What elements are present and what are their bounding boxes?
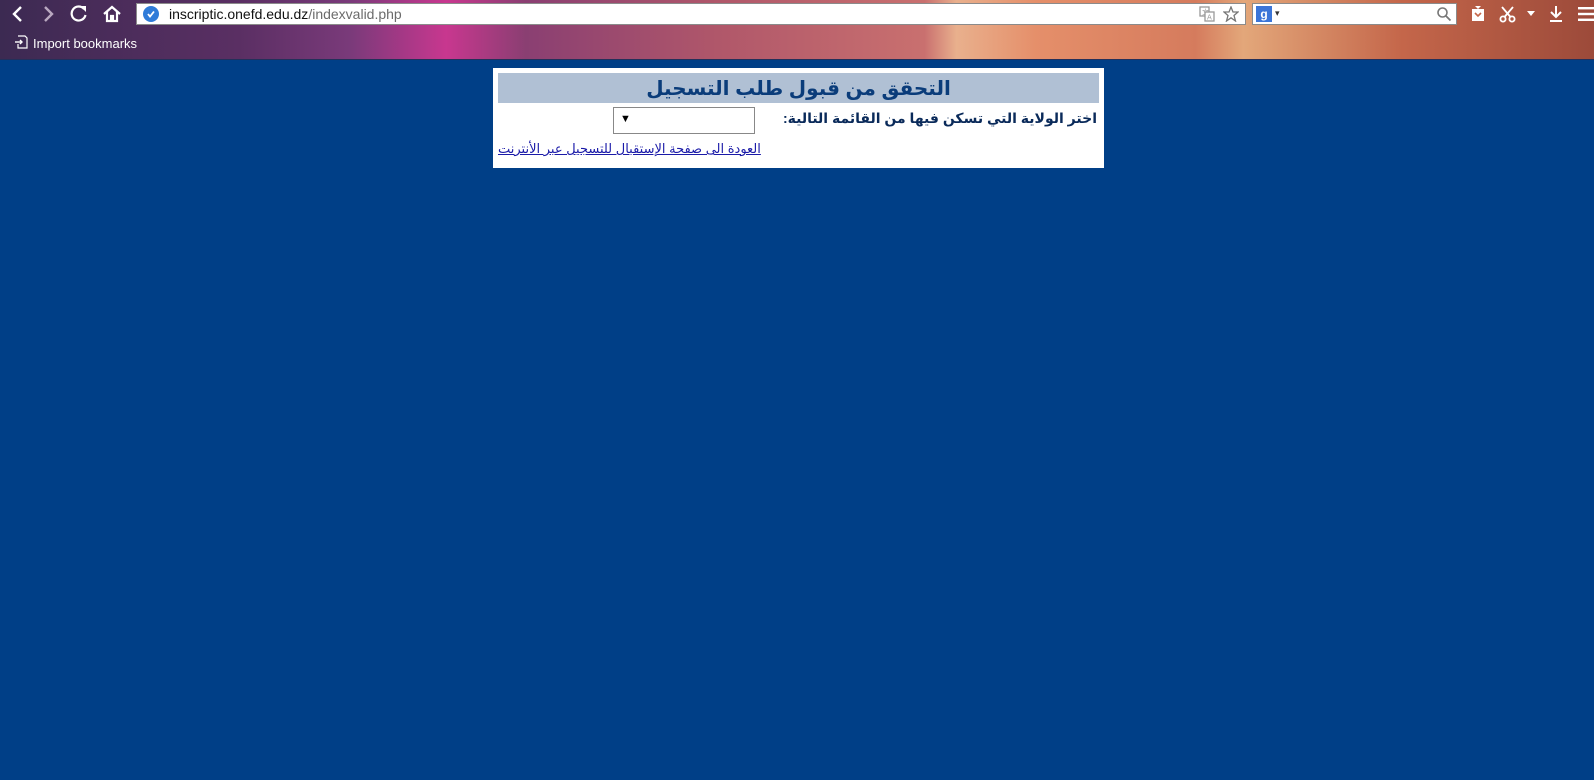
search-bar[interactable]: g ▾	[1252, 3, 1457, 25]
forward-arrow-icon[interactable]	[36, 2, 60, 26]
home-icon[interactable]	[100, 2, 124, 26]
bookmark-label: Import bookmarks	[33, 36, 138, 51]
back-arrow-icon[interactable]	[6, 2, 30, 26]
translate-icon[interactable]: 文A	[1199, 6, 1215, 27]
search-icon[interactable]	[1436, 6, 1452, 27]
verified-check-icon	[143, 6, 159, 22]
browser-toolbar: inscriptic.onefd.edu.dz/indexvalid.php 文…	[0, 0, 1594, 28]
url-bar-actions: 文A	[1199, 5, 1240, 27]
state-select[interactable]: ▼	[613, 107, 755, 134]
bookmark-import[interactable]: Import bookmarks	[14, 35, 137, 52]
chevron-down-icon[interactable]	[1526, 2, 1536, 26]
url-host: inscriptic.onefd.edu.dz	[169, 6, 309, 22]
url-path: /indexvalid.php	[308, 6, 402, 22]
verification-panel: التحقق من قبول طلب التسجيل اختر الولاية …	[493, 68, 1104, 168]
chevron-down-icon[interactable]: ▼	[620, 113, 631, 125]
download-icon[interactable]	[1544, 2, 1568, 26]
page-title: التحقق من قبول طلب التسجيل	[498, 73, 1099, 103]
import-icon	[14, 35, 33, 52]
state-select-label: اختر الولاية التي تسكن فيها من القائمة ا…	[782, 110, 1097, 126]
svg-text:A: A	[1207, 14, 1212, 22]
search-engine-icon[interactable]: g	[1256, 6, 1272, 22]
back-to-home-link[interactable]: العودة الى صفحة الإستقبال للتسجيل عبر ال…	[498, 141, 761, 157]
toolbar-actions	[1466, 2, 1594, 26]
bookmarks-bar: Import bookmarks	[0, 30, 1594, 58]
chevron-down-icon[interactable]: ▾	[1275, 8, 1280, 19]
save-page-icon[interactable]	[1466, 2, 1490, 26]
scissors-icon[interactable]	[1496, 2, 1520, 26]
star-icon[interactable]	[1222, 5, 1240, 27]
url-text: inscriptic.onefd.edu.dz/indexvalid.php	[169, 6, 402, 22]
reload-icon[interactable]	[67, 2, 91, 26]
hamburger-menu-icon[interactable]	[1574, 2, 1594, 26]
browser-chrome: inscriptic.onefd.edu.dz/indexvalid.php 文…	[0, 0, 1594, 60]
state-selection-row: اختر الولاية التي تسكن فيها من القائمة ا…	[498, 103, 1099, 135]
address-bar[interactable]: inscriptic.onefd.edu.dz/indexvalid.php 文…	[136, 3, 1246, 25]
